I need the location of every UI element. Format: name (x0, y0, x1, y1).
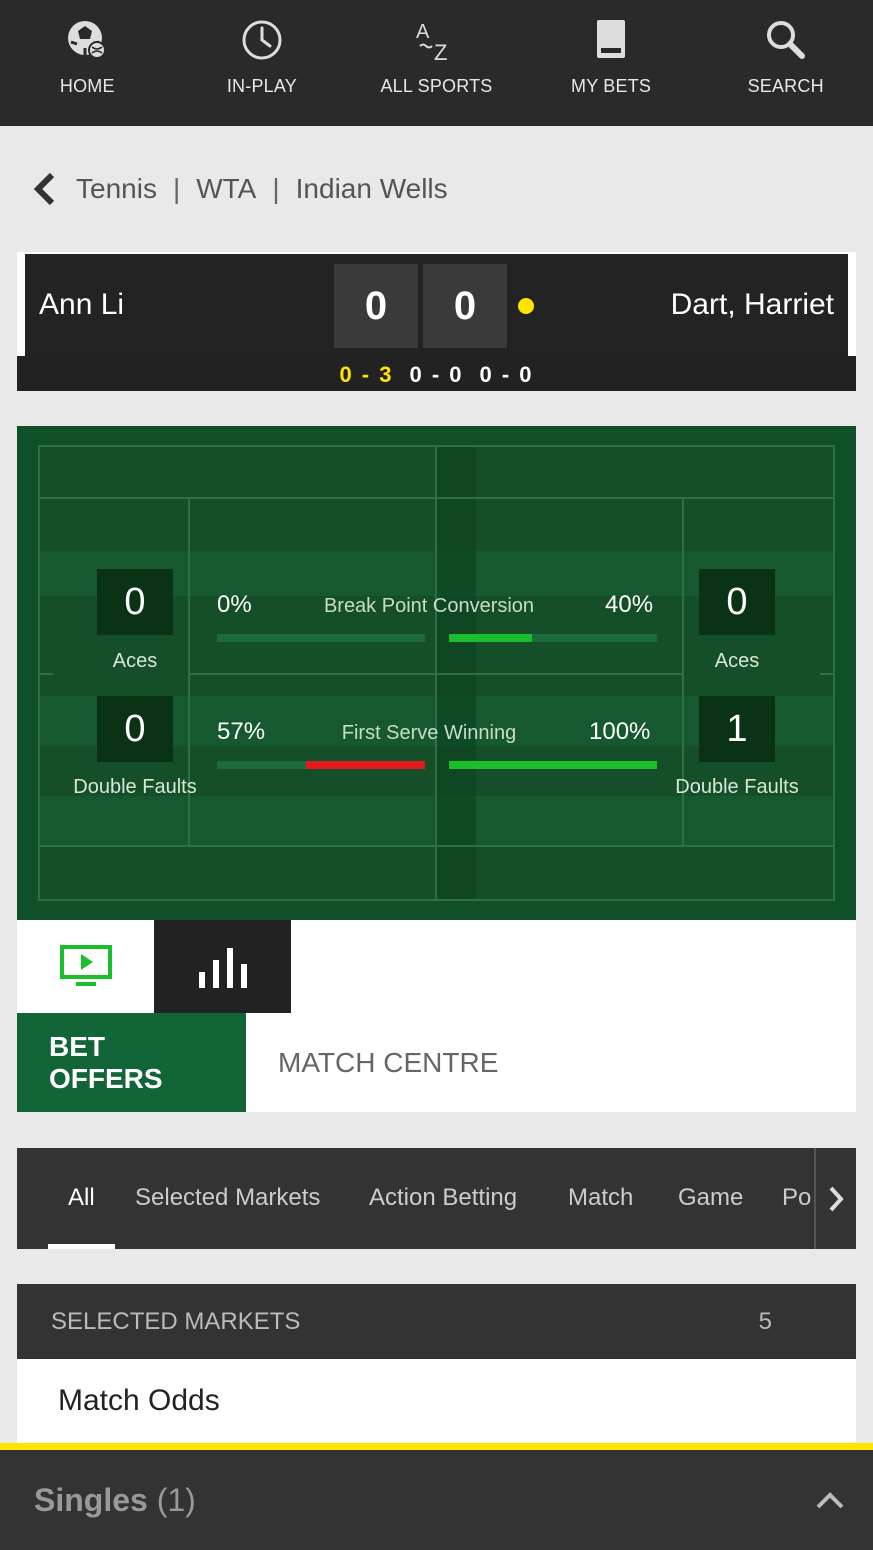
nav-home[interactable]: HOME (0, 0, 175, 126)
set-score-1: 0 - 3 (339, 361, 394, 387)
first-serve-left-fill (306, 761, 425, 769)
filter-tab-game[interactable]: Game (678, 1184, 743, 1212)
break-point-right-fill (449, 634, 532, 642)
soccer-ball-icon (65, 16, 109, 64)
nav-label: IN-PLAY (226, 76, 297, 96)
main-tabs: BET OFFERS MATCH CENTRE (17, 1013, 856, 1112)
breadcrumb-separator: | (272, 173, 280, 204)
breadcrumb-separator: | (172, 173, 181, 204)
filter-tabs-scroll: All Selected Markets Action Betting Matc… (17, 1148, 815, 1249)
score-header: Ann Li 0 0 Dart, Harriet (17, 252, 856, 356)
nav-label: SEARCH (747, 76, 824, 96)
set-scores: 0 - 3 0 - 0 0 - 0 (17, 358, 856, 391)
right-aces-label: Aces (714, 650, 760, 672)
betslip-icon (589, 16, 633, 64)
bet-slip-bar[interactable]: Singles (1) (0, 1443, 873, 1550)
break-point-left-bar (217, 634, 425, 642)
tab-match-centre[interactable]: MATCH CENTRE (246, 1013, 530, 1112)
chevron-up-icon[interactable] (815, 1490, 845, 1510)
market-name: Match Odds (58, 1384, 220, 1417)
nav-label: HOME (59, 76, 115, 96)
active-tab-underline (48, 1244, 115, 1249)
first-serve-right-fill (449, 761, 657, 769)
top-navigation: HOME IN-PLAY A Z ALL SPORTS MY BETS SEAR… (0, 0, 873, 126)
breadcrumb-tennis[interactable]: Tennis (76, 173, 157, 205)
first-serve-left-bar (217, 761, 425, 769)
breadcrumb-wta[interactable]: WTA (196, 173, 256, 205)
break-point-left-pct: 0% (217, 591, 252, 618)
left-double-faults-value: 0 (97, 696, 173, 762)
market-row[interactable]: Match Odds (17, 1359, 856, 1443)
filter-tab-selected-markets[interactable]: Selected Markets (135, 1184, 320, 1212)
set-score-3: 0 - 0 (479, 361, 534, 387)
nav-label: MY BETS (571, 76, 652, 96)
points-right: 0 (423, 264, 507, 348)
filter-tab-action-betting[interactable]: Action Betting (369, 1184, 517, 1212)
court-stats-panel: 0 Aces 0 Double Faults 0 Aces 1 Double F… (17, 426, 856, 920)
selected-markets-title: SELECTED MARKETS (51, 1307, 301, 1335)
back-chevron-icon[interactable] (32, 169, 62, 209)
filter-tab-all[interactable]: All (68, 1184, 95, 1212)
tab-bet-offers[interactable]: BET OFFERS (17, 1013, 246, 1112)
first-serve-label: First Serve Winning (341, 722, 517, 744)
svg-text:A: A (416, 21, 430, 43)
market-filter-tabs: All Selected Markets Action Betting Matc… (17, 1148, 856, 1249)
serving-indicator (518, 298, 534, 314)
break-point-label: Break Point Conversion (323, 595, 535, 617)
right-aces-value: 0 (699, 569, 775, 635)
a-z-icon: A Z (414, 16, 458, 64)
tennis-court-graphic (17, 426, 856, 920)
bet-slip-label: Singles (1) (34, 1482, 196, 1519)
left-aces-label: Aces (112, 650, 158, 672)
nav-all-sports[interactable]: A Z ALL SPORTS (349, 0, 524, 126)
player-right-name: Dart, Harriet (670, 288, 834, 321)
bet-slip-type: Singles (34, 1481, 148, 1518)
video-tab[interactable] (17, 920, 154, 1013)
selected-markets-count: 5 (758, 1307, 772, 1335)
points-left: 0 (334, 264, 418, 348)
nav-label: ALL SPORTS (380, 76, 493, 96)
clock-icon (240, 16, 284, 64)
search-icon (764, 16, 808, 64)
scroll-right-button[interactable] (814, 1148, 856, 1249)
break-point-right-bar (449, 634, 657, 642)
bet-slip-count: (1) (156, 1481, 196, 1518)
right-double-faults-value: 1 (699, 696, 775, 762)
break-point-right-pct: 40% (605, 591, 654, 618)
first-serve-right-bar (449, 761, 657, 769)
nav-in-play[interactable]: IN-PLAY (175, 0, 350, 126)
first-serve-right-pct: 100% (589, 718, 651, 745)
filter-tab-match[interactable]: Match (568, 1184, 633, 1212)
bar-chart-icon (198, 947, 247, 988)
left-aces-value: 0 (97, 569, 173, 635)
scoreboard: Ann Li 0 0 Dart, Harriet 0 - 3 0 - 0 0 -… (17, 252, 856, 391)
set-score-2: 0 - 0 (409, 361, 464, 387)
selected-markets-header[interactable]: SELECTED MARKETS 5 (17, 1284, 856, 1359)
nav-search[interactable]: SEARCH (698, 0, 873, 126)
player-left-name: Ann Li (39, 288, 125, 321)
breadcrumb: Tennis | WTA | Indian Wells (0, 126, 873, 252)
media-tabs (17, 920, 856, 1013)
first-serve-left-pct: 57% (217, 718, 266, 745)
nav-my-bets[interactable]: MY BETS (524, 0, 699, 126)
tv-play-icon (59, 944, 112, 986)
svg-text:Z: Z (434, 40, 447, 62)
chevron-right-icon (829, 1186, 844, 1211)
filter-tab-po[interactable]: Po (782, 1184, 811, 1212)
stats-tab[interactable] (154, 920, 291, 1013)
right-double-faults-label: Double Faults (675, 776, 799, 798)
left-double-faults-label: Double Faults (73, 776, 197, 798)
breadcrumb-indian-wells[interactable]: Indian Wells (296, 173, 448, 205)
